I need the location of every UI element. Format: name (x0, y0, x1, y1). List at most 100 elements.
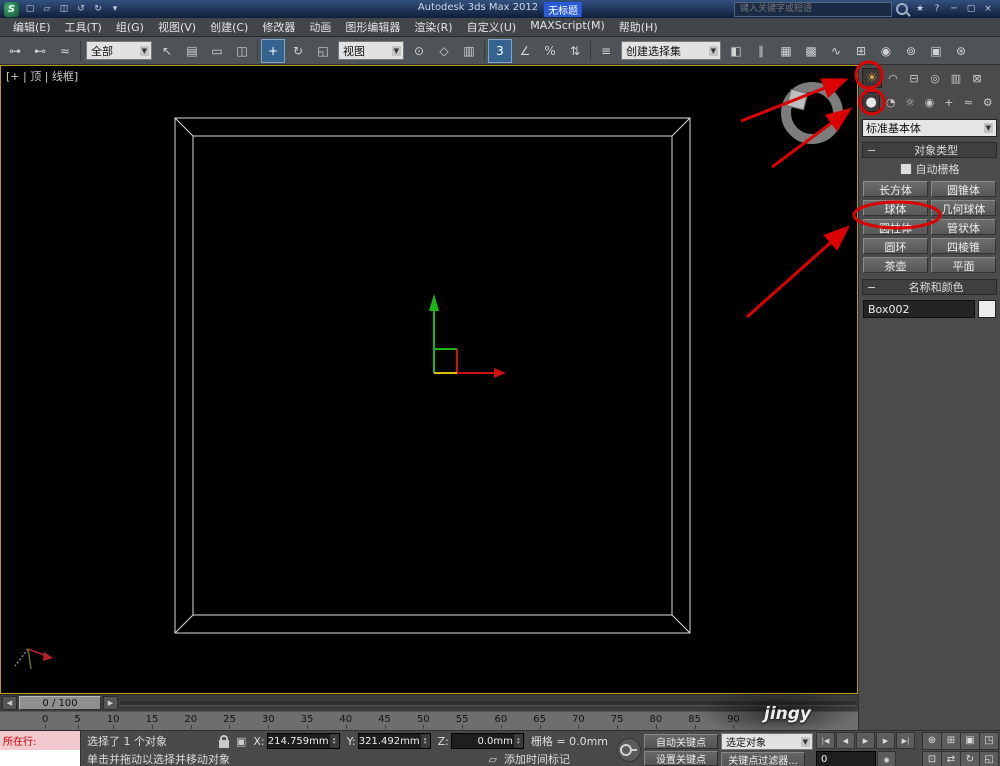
spinner-snap-icon[interactable]: ⇅ (563, 39, 587, 63)
menu-item[interactable]: 修改器 (255, 17, 302, 37)
mirror-icon[interactable]: ◧ (724, 39, 748, 63)
go-start-icon[interactable]: |◀ (816, 732, 835, 749)
spinner-icon[interactable]: ▴ ▾ (420, 734, 430, 748)
select-manipulate-icon[interactable]: ◇ (432, 39, 456, 63)
select-by-name-icon[interactable]: ▤ (180, 39, 204, 63)
cat-cameras-icon[interactable]: ◉ (920, 92, 938, 112)
cat-helpers-icon[interactable]: + (940, 92, 958, 112)
orbit-icon[interactable]: ↻ (960, 750, 980, 766)
time-slider[interactable]: ◀ 0 / 100 ▶ (0, 694, 858, 711)
menu-item[interactable]: 编辑(E) (6, 17, 58, 37)
menu-item[interactable]: MAXScript(M) (523, 17, 612, 37)
render-production-icon[interactable]: ⊛ (949, 39, 973, 63)
help-icon[interactable]: ? (929, 2, 945, 16)
viewport-label[interactable]: [+ | 顶 | 线框] (6, 68, 78, 84)
cat-spacewarps-icon[interactable]: ≈ (959, 92, 977, 112)
key-filters-button[interactable]: 关键点过滤器... (721, 752, 805, 766)
object-color-swatch[interactable] (978, 300, 996, 318)
percent-snap-icon[interactable]: % (538, 39, 562, 63)
rollout-name-color[interactable]: − 名称和颜色 (862, 279, 997, 295)
infocenter-search[interactable] (734, 1, 892, 17)
select-scale-icon[interactable]: ◱ (311, 39, 335, 63)
btn-teapot[interactable]: 茶壶 (863, 257, 928, 273)
zoom-region-icon[interactable]: ⊡ (922, 750, 942, 766)
tab-create-icon[interactable]: ☀ (862, 68, 882, 88)
menu-item[interactable]: 工具(T) (58, 17, 109, 37)
close-icon[interactable]: × (980, 2, 996, 16)
app-logo-icon[interactable]: S (4, 1, 19, 17)
named-selection-dropdown[interactable]: 创建选择集 ▼ (621, 41, 721, 60)
schematic-view-icon[interactable]: ⊞ (849, 39, 873, 63)
track-bar[interactable]: 0 5 10 15 20 25 30 35 40 45 50 55 60 65 70 75 80 85 90 (0, 711, 858, 730)
reference-coordinate-dropdown[interactable]: 视图 ▼ (338, 41, 404, 60)
autogrid-checkbox[interactable]: 自动栅格 (862, 161, 997, 177)
align-icon[interactable]: ∥ (749, 39, 773, 63)
tab-display-icon[interactable]: ▥ (946, 68, 966, 88)
y-coordinate-input[interactable]: 321.492mm ▴ ▾ (357, 733, 431, 749)
rollout-object-type[interactable]: − 对象类型 (862, 142, 997, 158)
search-input[interactable] (738, 3, 888, 15)
x-coordinate-input[interactable]: 214.759mm ▴ ▾ (266, 733, 340, 749)
go-end-icon[interactable]: ▶| (896, 732, 915, 749)
spinner-icon[interactable]: ▴ ▾ (329, 734, 339, 748)
btn-cylinder[interactable]: 圆柱体 (863, 219, 928, 235)
prev-frame-icon[interactable]: ◀ (836, 732, 855, 749)
select-object-icon[interactable]: ↖ (155, 39, 179, 63)
material-editor-icon[interactable]: ◉ (874, 39, 898, 63)
layer-manager-icon[interactable]: ▦ (774, 39, 798, 63)
open-file-icon[interactable]: ▱ (39, 2, 55, 16)
maxscript-mini-listener[interactable]: 所在行: (0, 731, 81, 766)
selection-lock-icon[interactable] (218, 734, 229, 748)
key-mode-toggle-icon[interactable]: ◉ (877, 751, 896, 766)
menu-item[interactable]: 动画 (302, 17, 338, 37)
unlink-icon[interactable]: ⊷ (28, 39, 52, 63)
snap-3d-icon[interactable]: 3 (488, 38, 512, 63)
menu-item[interactable]: 渲染(R) (407, 17, 459, 37)
render-frame-icon[interactable]: ▣ (924, 39, 948, 63)
btn-plane[interactable]: 平面 (931, 257, 996, 273)
tab-hierarchy-icon[interactable]: ⊟ (904, 68, 924, 88)
render-setup-icon[interactable]: ⊚ (899, 39, 923, 63)
edit-named-sel-icon[interactable]: ≡ (594, 39, 618, 63)
subcategory-dropdown[interactable]: 标准基本体 ▼ (862, 119, 997, 137)
checkbox-icon[interactable] (899, 163, 912, 175)
time-step-forward-icon[interactable]: ▶ (103, 696, 118, 710)
tab-motion-icon[interactable]: ◎ (925, 68, 945, 88)
cat-shapes-icon[interactable]: ◔ (881, 92, 899, 112)
listener-line[interactable] (0, 750, 80, 766)
z-coordinate-input[interactable]: 0.0mm ▴ ▾ (450, 733, 524, 749)
time-step-back-icon[interactable]: ◀ (2, 696, 17, 710)
restore-icon[interactable]: ▢ (963, 2, 979, 16)
zoom-icon[interactable]: ⊕ (922, 731, 942, 750)
select-move-icon[interactable]: + (261, 38, 285, 63)
time-slider-track[interactable] (120, 700, 856, 706)
menu-item[interactable]: 组(G) (109, 17, 151, 37)
minimize-icon[interactable]: ─ (946, 2, 962, 16)
zoom-all-icon[interactable]: ⊞ (941, 731, 961, 750)
btn-tube[interactable]: 管状体 (931, 219, 996, 235)
tab-modify-icon[interactable]: ◠ (883, 68, 903, 88)
btn-geosphere[interactable]: 几何球体 (931, 200, 996, 216)
play-icon[interactable]: ▶ (856, 732, 875, 749)
btn-torus[interactable]: 圆环 (863, 238, 928, 254)
object-name-input[interactable]: Box002 (863, 300, 975, 318)
maximize-viewport-icon[interactable]: ◱ (979, 750, 999, 766)
zoom-extents-icon[interactable]: ▣ (960, 731, 980, 750)
zoom-extents-all-icon[interactable]: ◳ (979, 731, 999, 750)
key-filter-selection-dropdown[interactable]: 选定对象 ▼ (721, 733, 813, 750)
btn-pyramid[interactable]: 四棱锥 (931, 238, 996, 254)
favorites-star-icon[interactable]: ★ (912, 2, 928, 16)
ribbon-icon[interactable]: ▩ (799, 39, 823, 63)
macro-recorder-line[interactable]: 所在行: (0, 731, 80, 750)
add-time-tag[interactable]: 添加时间标记 (504, 751, 570, 766)
cat-geometry-icon[interactable]: ● (862, 92, 881, 112)
new-file-icon[interactable]: ▢ (22, 2, 38, 16)
select-link-icon[interactable]: ⊶ (3, 39, 27, 63)
pan-icon[interactable]: ⇄ (941, 750, 961, 766)
absolute-mode-toggle-icon[interactable]: ▣ (236, 735, 246, 748)
next-frame-icon[interactable]: ▶ (876, 732, 895, 749)
cat-lights-icon[interactable]: ☼ (901, 92, 919, 112)
btn-box[interactable]: 长方体 (863, 181, 928, 197)
save-file-icon[interactable]: ◫ (56, 2, 72, 16)
menu-item[interactable]: 视图(V) (151, 17, 203, 37)
